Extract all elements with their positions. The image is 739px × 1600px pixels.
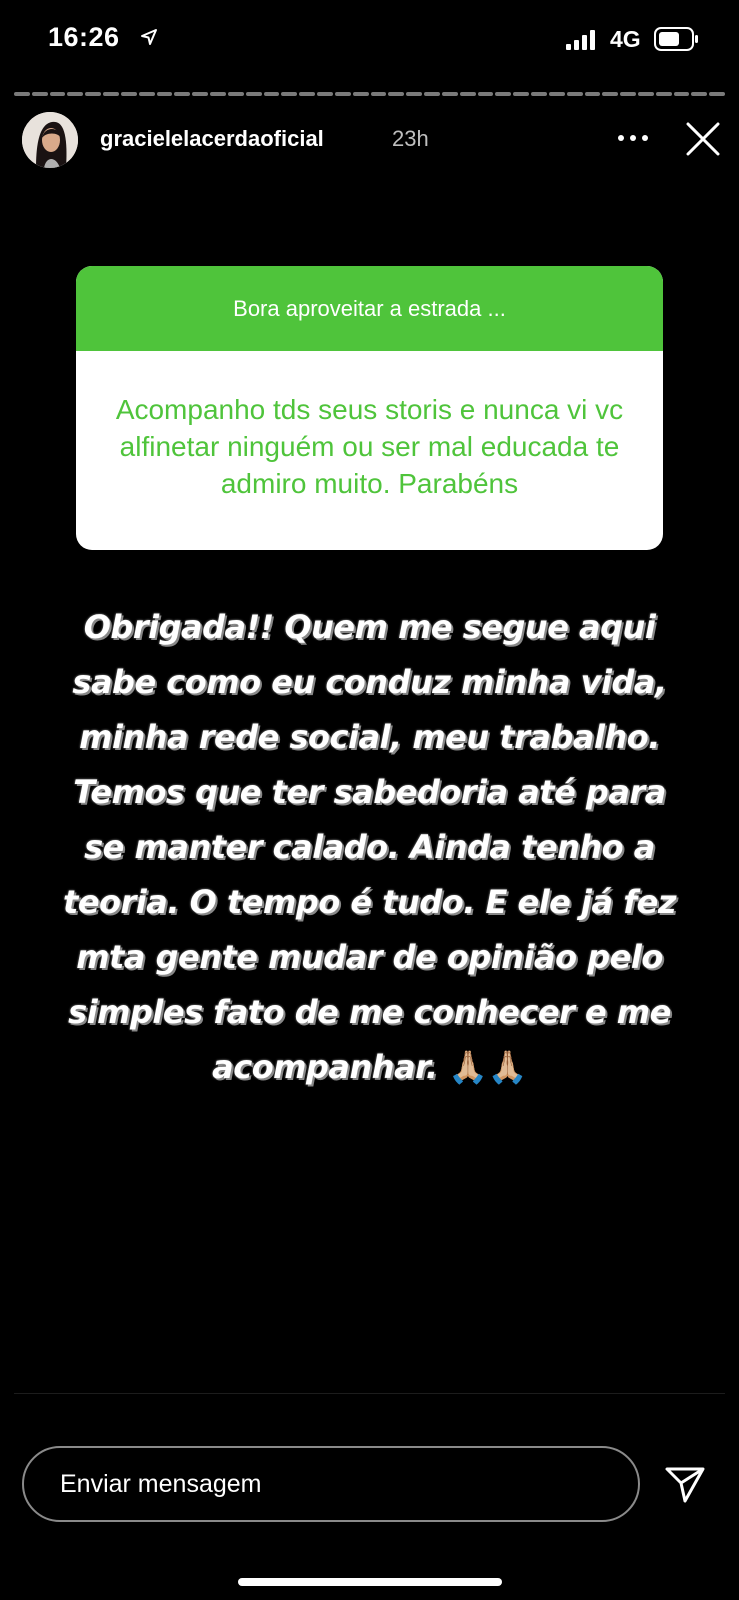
question-prompt: Bora aproveitar a estrada ... (76, 266, 663, 351)
network-type: 4G (610, 26, 641, 52)
divider (14, 1393, 725, 1394)
question-sticker: Bora aproveitar a estrada ... Acompanho … (76, 266, 663, 550)
progress-segment (566, 92, 583, 96)
caption-text: Obrigada!! Quem me segue aqui sabe como … (63, 608, 676, 1086)
status-time: 16:26 (48, 22, 120, 52)
progress-segment (424, 92, 440, 96)
progress-segment (352, 92, 369, 96)
avatar[interactable] (22, 112, 78, 168)
progress-segment (67, 92, 84, 96)
praying-hands-emoji: 🙏🏼🙏🏼 (448, 1048, 527, 1086)
progress-segment (406, 92, 423, 96)
progress-segment (334, 92, 351, 96)
story-progress-bar (14, 92, 726, 96)
progress-segment (620, 92, 636, 96)
home-indicator (238, 1578, 502, 1586)
progress-segment (673, 92, 690, 96)
story-caption: Obrigada!! Quem me segue aqui sabe como … (50, 600, 689, 1095)
story-time-ago: 23h (392, 126, 429, 151)
progress-segment (388, 92, 405, 96)
message-placeholder: Enviar mensagem (60, 1469, 262, 1498)
story-viewer: 16:26 4G gracielelacerdaoficial 23h Bora… (0, 0, 739, 1600)
progress-segment (14, 92, 30, 96)
progress-segment (174, 92, 191, 96)
progress-segment (156, 92, 173, 96)
close-icon[interactable] (684, 120, 722, 158)
progress-segment (85, 92, 102, 96)
progress-segment (531, 92, 547, 96)
progress-segment (281, 92, 298, 96)
progress-segment (370, 92, 387, 96)
progress-segment (227, 92, 244, 96)
progress-segment (317, 92, 333, 96)
progress-segment (548, 92, 565, 96)
progress-segment (495, 92, 512, 96)
progress-segment (691, 92, 708, 96)
story-username[interactable]: gracielelacerdaoficial (100, 126, 324, 152)
progress-segment (263, 92, 280, 96)
status-bar: 16:26 4G (0, 0, 739, 80)
progress-segment (138, 92, 155, 96)
progress-segment (637, 92, 654, 96)
progress-segment (245, 92, 262, 96)
progress-segment (655, 92, 672, 96)
send-message-input[interactable]: Enviar mensagem (22, 1446, 640, 1522)
progress-segment (103, 92, 119, 96)
progress-segment (459, 92, 476, 96)
progress-segment (31, 92, 48, 96)
cellular-signal-icon (566, 30, 595, 50)
progress-segment (584, 92, 601, 96)
progress-segment (441, 92, 458, 96)
progress-segment (513, 92, 530, 96)
location-arrow-icon (141, 29, 157, 45)
progress-segment (709, 92, 726, 96)
progress-segment (49, 92, 66, 96)
progress-segment (120, 92, 137, 96)
progress-segment (477, 92, 494, 96)
send-paper-plane-icon[interactable] (664, 1466, 706, 1504)
progress-segment (299, 92, 316, 96)
profile-photo-icon (22, 112, 78, 168)
battery-icon (654, 27, 698, 51)
progress-segment (210, 92, 226, 96)
progress-segment (192, 92, 209, 96)
question-answer: Acompanho tds seus storis e nunca vi vc … (115, 394, 624, 499)
more-options-icon[interactable] (616, 132, 650, 144)
progress-segment (602, 92, 619, 96)
